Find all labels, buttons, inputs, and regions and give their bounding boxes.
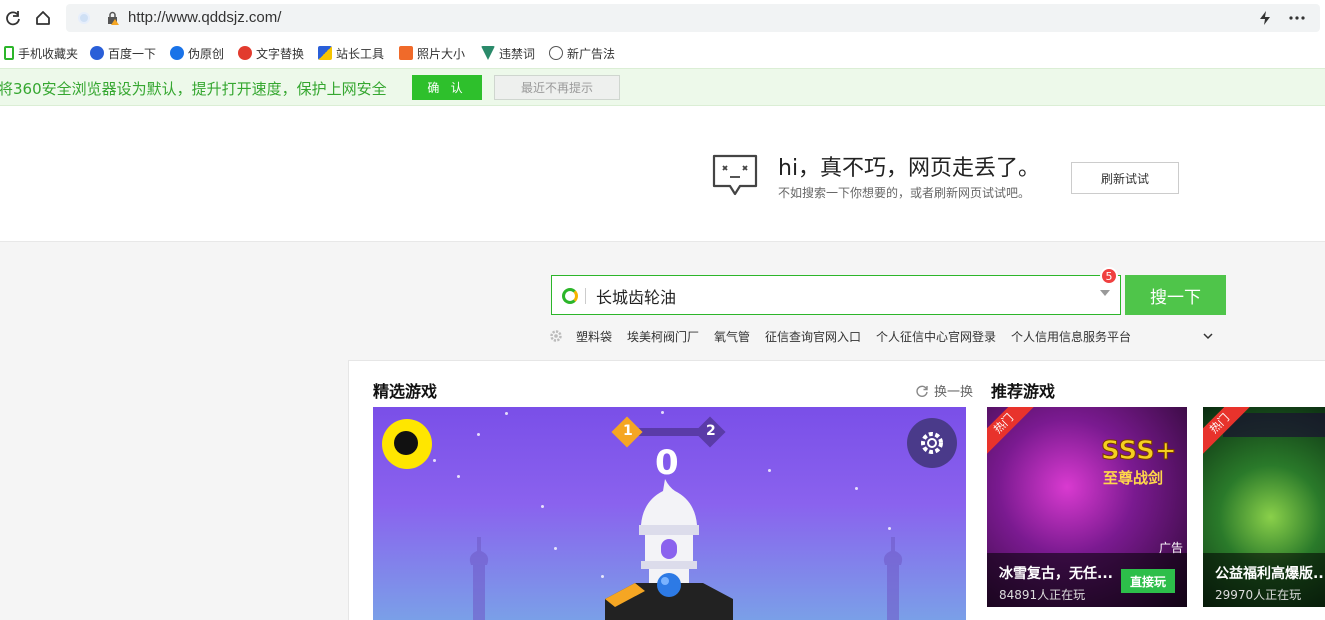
address-bar-row: http://www.qddsjz.com/ <box>0 0 1325 36</box>
bookmark-label: 手机收藏夹 <box>18 46 79 61</box>
search-divider <box>585 288 586 304</box>
photo-icon <box>399 46 413 60</box>
360-search-logo-icon <box>562 288 578 304</box>
reload-icon[interactable] <box>4 9 22 27</box>
badge-icon <box>238 46 252 60</box>
more-icon[interactable] <box>1288 9 1306 27</box>
bookmark-label: 新广告法 <box>567 46 616 61</box>
bookmark-label: 百度一下 <box>108 46 157 61</box>
hot-term-link[interactable]: 个人征信中心官网登录 <box>876 328 996 345</box>
recommended-game-card[interactable]: SSS+ 至尊战剑 热门 广告 冰雪复古，无任... 84891人正在玩 直接玩 <box>987 407 1187 607</box>
bookmarks-bar: 手机收藏夹 百度一下 伪原创 文字替换 站长工具 照片大小 违禁词 新广告法 <box>0 36 1325 68</box>
minaret-silhouette <box>883 537 903 620</box>
game-players: 84891人正在玩 <box>999 588 1086 602</box>
minaret-silhouette <box>469 537 489 620</box>
site-indicator-icon <box>78 12 90 24</box>
address-bar[interactable]: http://www.qddsjz.com/ <box>66 4 1320 32</box>
refresh-icon <box>916 385 928 397</box>
svg-text:SSS+: SSS+ <box>1101 436 1177 466</box>
bookmark-label: 伪原创 <box>188 46 225 61</box>
error-title: hi，真不巧，网页走丢了。 <box>778 156 1041 181</box>
game-name: 冰雪复古，无任... <box>999 566 1113 582</box>
bookmark-label: 违禁词 <box>499 46 536 61</box>
hot-search-terms: 塑料袋 埃美柯阀门厂 氧气管 征信查询官网入口 个人征信中心官网登录 个人信用信… <box>549 327 1219 345</box>
insecure-lock-icon[interactable] <box>106 11 120 25</box>
game-name: 公益福利高爆版... <box>1215 566 1325 582</box>
bookmark-webmaster-tools[interactable]: 站长工具 <box>318 44 384 62</box>
level-next-label: 2 <box>706 423 716 439</box>
recommended-game-card[interactable]: 热门 公益福利高爆版... 29970人正在玩 <box>1203 407 1325 607</box>
chevron-down-icon[interactable] <box>1203 331 1213 341</box>
game-settings-button[interactable] <box>907 418 957 468</box>
tool-icon <box>318 46 332 60</box>
level-current-label: 1 <box>623 423 633 439</box>
swap-button[interactable]: 换一换 <box>915 381 973 400</box>
search-button[interactable]: 搜一下 <box>1125 275 1226 315</box>
baidu-paw-icon <box>90 46 104 60</box>
featured-games-title: 精选游戏 <box>373 382 438 401</box>
notice-text: 将360安全浏览器设为默认，提升打开速度，保护上网安全 <box>0 80 387 98</box>
bookmark-label: 照片大小 <box>417 46 466 61</box>
search-dropdown-icon[interactable] <box>1100 290 1110 296</box>
bookmark-pseudo-original[interactable]: 伪原创 <box>170 44 224 62</box>
default-browser-notice: 将360安全浏览器设为默认，提升打开速度，保护上网安全 确 认 最近不再提示 <box>0 68 1325 106</box>
lightning-icon[interactable] <box>1256 9 1274 27</box>
confirm-button[interactable]: 确 认 <box>412 75 482 100</box>
error-subtitle: 不如搜索一下你想要的，或者刷新网页试试吧。 <box>778 186 1031 200</box>
swirl-icon <box>170 46 184 60</box>
recommended-games-title: 推荐游戏 <box>991 382 1056 401</box>
hot-term-link[interactable]: 塑料袋 <box>576 328 612 345</box>
gear-icon <box>921 432 943 454</box>
bookmark-baidu[interactable]: 百度一下 <box>90 44 156 62</box>
refresh-button[interactable]: 刷新试试 <box>1071 162 1179 194</box>
notification-badge: 5 <box>1100 267 1118 285</box>
bookmark-banned-words[interactable]: 违禁词 <box>481 44 535 62</box>
hot-term-link[interactable]: 征信查询官网入口 <box>765 328 861 345</box>
game-caption: 公益福利高爆版... 29970人正在玩 <box>1203 553 1325 607</box>
featured-game-canvas[interactable]: 1 2 0 <box>373 407 966 620</box>
home-icon[interactable] <box>34 9 52 27</box>
settings-gear-icon[interactable] <box>549 329 563 343</box>
search-box[interactable] <box>551 275 1121 315</box>
search-input[interactable] <box>596 284 1076 308</box>
bookmark-label: 站长工具 <box>336 46 385 61</box>
globe-icon <box>549 46 563 60</box>
game-art-text: SSS+ 至尊战剑 <box>1101 436 1178 488</box>
hot-term-link[interactable]: 埃美柯阀门厂 <box>627 328 699 345</box>
svg-text:至尊战剑: 至尊战剑 <box>1103 469 1163 487</box>
game-logo-icon <box>382 419 432 469</box>
bookmark-photo-size[interactable]: 照片大小 <box>399 44 465 62</box>
game-players: 29970人正在玩 <box>1215 588 1302 602</box>
error-section: hi，真不巧，网页走丢了。 不如搜索一下你想要的，或者刷新网页试试吧。 刷新试试 <box>0 106 1325 242</box>
game-score: 0 <box>655 443 679 483</box>
tower-graphic <box>605 479 733 620</box>
bookmark-ad-law[interactable]: 新广告法 <box>549 44 615 62</box>
bookmark-mobile-favorites[interactable]: 手机收藏夹 <box>4 44 78 62</box>
url-text: http://www.qddsjz.com/ <box>128 9 282 26</box>
swap-label: 换一换 <box>934 385 974 400</box>
dont-remind-button[interactable]: 最近不再提示 <box>494 75 620 100</box>
phone-icon <box>4 46 14 60</box>
bookmark-label: 文字替换 <box>256 46 305 61</box>
hot-term-link[interactable]: 氧气管 <box>714 328 750 345</box>
game-caption: 冰雪复古，无任... 84891人正在玩 直接玩 <box>987 553 1187 607</box>
play-now-button[interactable]: 直接玩 <box>1121 569 1175 593</box>
shield-v-icon <box>481 46 495 60</box>
games-panel: 精选游戏 换一换 推荐游戏 1 2 0 SSS+ 至尊战剑 热门 广告 冰雪复古… <box>348 360 1325 620</box>
bookmark-text-replace[interactable]: 文字替换 <box>238 44 304 62</box>
broken-page-icon <box>712 154 758 196</box>
hot-term-link[interactable]: 个人信用信息服务平台 <box>1011 328 1131 345</box>
